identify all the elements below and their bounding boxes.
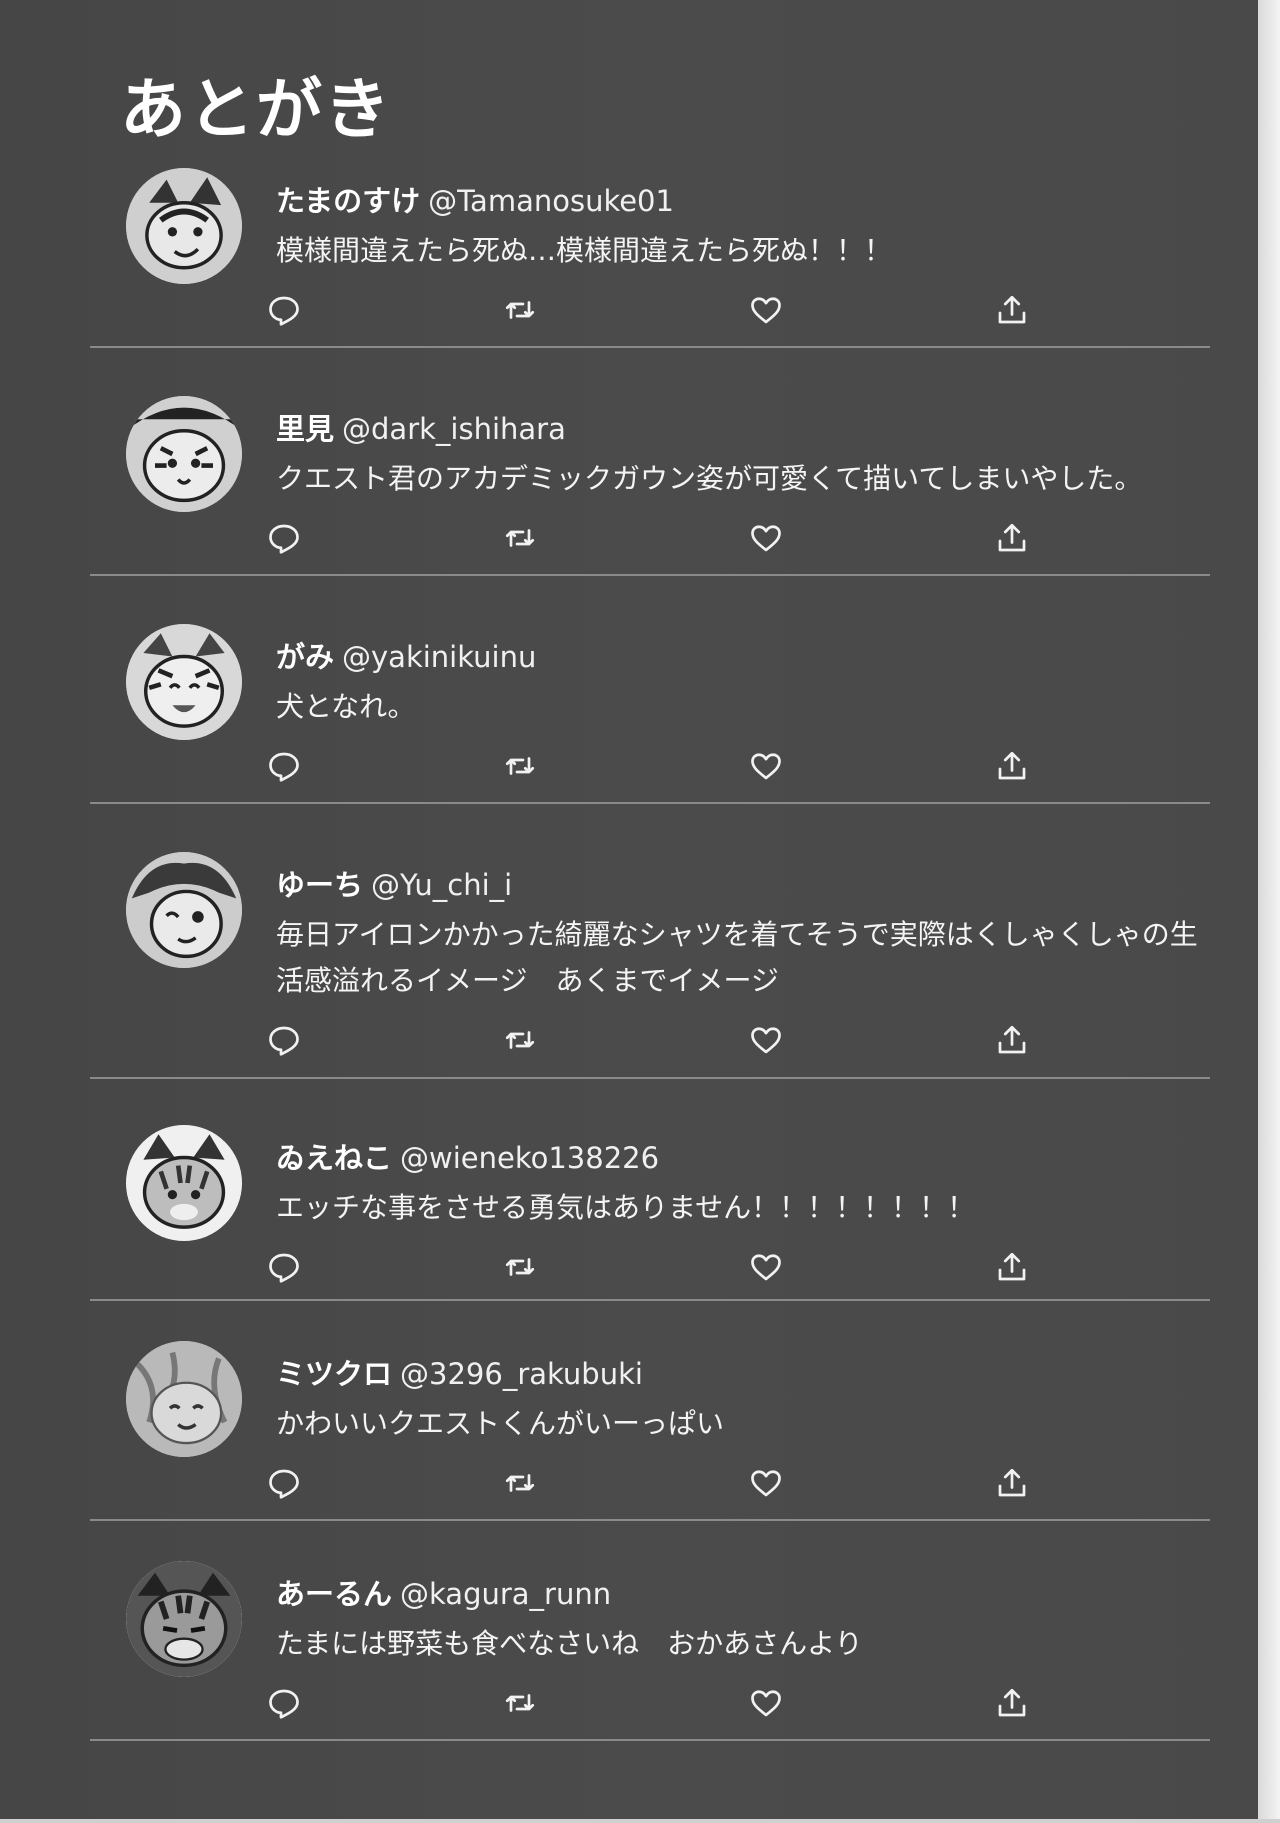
retweet-icon[interactable] — [502, 292, 538, 328]
avatar[interactable] — [126, 1561, 242, 1677]
reply-icon[interactable] — [266, 1022, 302, 1058]
retweet-icon[interactable] — [502, 1685, 538, 1721]
avatar[interactable] — [126, 396, 242, 512]
tweet-body: ゆーち @Yu_chi_i 毎日アイロンかかった綺麗なシャツを着てそうで実際はくし… — [90, 812, 1210, 1070]
tweet-body: あーるん @kagura_runn たまには野菜も食べなさいね おかあさんより — [90, 1529, 1210, 1733]
tweet-actions — [269, 1022, 1210, 1070]
reply-icon[interactable] — [266, 1249, 302, 1285]
display-name[interactable]: ゐえねこ — [276, 1141, 392, 1175]
share-icon[interactable] — [994, 1465, 1030, 1501]
tweet-body: ゐえねこ @wieneko138226 エッチな事をさせる勇気はありません！！！！… — [90, 1087, 1210, 1297]
user-handle[interactable]: @kagura_runn — [400, 1577, 611, 1611]
avatar[interactable] — [126, 852, 242, 968]
tweet-actions — [269, 748, 1210, 796]
user-handle[interactable]: @yakinikuinu — [342, 640, 536, 674]
user-handle[interactable]: @dark_ishihara — [342, 412, 566, 446]
reply-icon[interactable] — [266, 1465, 302, 1501]
avatar[interactable] — [126, 1341, 242, 1457]
like-icon[interactable] — [748, 520, 784, 556]
tweet: 里見 @dark_ishihara クエスト君のアカデミックガウン姿が可愛くて描い… — [90, 348, 1210, 576]
display-name[interactable]: たまのすけ — [276, 184, 420, 218]
tweet-actions — [269, 292, 1210, 340]
retweet-icon[interactable] — [502, 1249, 538, 1285]
avatar[interactable] — [126, 168, 242, 284]
page-edge — [1258, 0, 1280, 1823]
page-bottom-edge — [0, 1819, 1280, 1823]
tweet: あーるん @kagura_runn たまには野菜も食べなさいね おかあさんより — [90, 1521, 1210, 1741]
tweet-actions — [269, 1685, 1210, 1733]
share-icon[interactable] — [994, 1249, 1030, 1285]
retweet-icon[interactable] — [502, 748, 538, 784]
reply-icon[interactable] — [266, 748, 302, 784]
display-name[interactable]: がみ — [276, 640, 334, 674]
tweet: がみ @yakinikuinu 犬となれ。 — [90, 576, 1210, 804]
tweet-text: かわいいクエストくんがいーっぱい — [276, 1407, 725, 1440]
tweet-header: 里見 @dark_ishihara — [276, 356, 1210, 452]
like-icon[interactable] — [748, 1249, 784, 1285]
tweet-text: 模様間違えたら死ぬ…模様間違えたら死ぬ！！！ — [276, 234, 893, 267]
share-icon[interactable] — [994, 292, 1030, 328]
like-icon[interactable] — [748, 1685, 784, 1721]
tweet-text: 犬となれ。 — [276, 690, 416, 723]
like-icon[interactable] — [748, 1465, 784, 1501]
display-name[interactable]: 里見 — [276, 412, 334, 446]
tweet: ゆーち @Yu_chi_i 毎日アイロンかかった綺麗なシャツを着てそうで実際はくし… — [90, 804, 1210, 1079]
tweet: ゐえねこ @wieneko138226 エッチな事をさせる勇気はありません！！！！… — [90, 1079, 1210, 1301]
tweet-actions — [269, 1249, 1210, 1297]
reply-icon[interactable] — [266, 292, 302, 328]
retweet-icon[interactable] — [502, 1465, 538, 1501]
user-handle[interactable]: @Tamanosuke01 — [428, 184, 674, 218]
like-icon[interactable] — [748, 748, 784, 784]
like-icon[interactable] — [748, 292, 784, 328]
tweet: ミツクロ @3296_rakubuki かわいいクエストくんがいーっぱい — [90, 1301, 1210, 1521]
tweet-header: あーるん @kagura_runn — [276, 1529, 1210, 1617]
page-title: あとがき — [120, 71, 392, 148]
user-handle[interactable]: @3296_rakubuki — [400, 1357, 643, 1391]
reply-icon[interactable] — [266, 520, 302, 556]
tweet-header: ゆーち @Yu_chi_i — [276, 812, 1210, 908]
display-name[interactable]: あーるん — [276, 1577, 392, 1611]
tweet-text: 毎日アイロンかかった綺麗なシャツを着てそうで実際はくしゃくしゃの生活感溢れるイメ… — [276, 918, 1198, 997]
share-icon[interactable] — [994, 1022, 1030, 1058]
tweet-header: ミツクロ @3296_rakubuki — [276, 1309, 1210, 1397]
display-name[interactable]: ミツクロ — [276, 1357, 392, 1391]
tweet-text: クエスト君のアカデミックガウン姿が可愛くて描いてしまいやした。 — [276, 462, 1143, 495]
tweet-header: がみ @yakinikuinu — [276, 584, 1210, 680]
tweet-body: たまのすけ @Tamanosuke01 模様間違えたら死ぬ…模様間違えたら死ぬ！！… — [90, 158, 1210, 340]
like-icon[interactable] — [748, 1022, 784, 1058]
retweet-icon[interactable] — [502, 520, 538, 556]
share-icon[interactable] — [994, 748, 1030, 784]
tweet-actions — [269, 520, 1210, 568]
reply-icon[interactable] — [266, 1685, 302, 1721]
tweet-text: たまには野菜も食べなさいね おかあさんより — [276, 1627, 863, 1660]
retweet-icon[interactable] — [502, 1022, 538, 1058]
tweet-actions — [269, 1465, 1210, 1513]
avatar[interactable] — [126, 1125, 242, 1241]
tweet-body: ミツクロ @3296_rakubuki かわいいクエストくんがいーっぱい — [90, 1309, 1210, 1513]
share-icon[interactable] — [994, 1685, 1030, 1721]
tweet-feed: たまのすけ @Tamanosuke01 模様間違えたら死ぬ…模様間違えたら死ぬ！！… — [90, 150, 1210, 1741]
avatar[interactable] — [126, 624, 242, 740]
tweet-body: 里見 @dark_ishihara クエスト君のアカデミックガウン姿が可愛くて描い… — [90, 356, 1210, 568]
tweet-text: エッチな事をさせる勇気はありません！！！！！！！！ — [276, 1191, 976, 1224]
user-handle[interactable]: @Yu_chi_i — [371, 868, 512, 902]
tweet-header: ゐえねこ @wieneko138226 — [276, 1087, 1210, 1181]
tweet-body: がみ @yakinikuinu 犬となれ。 — [90, 584, 1210, 796]
tweet: たまのすけ @Tamanosuke01 模様間違えたら死ぬ…模様間違えたら死ぬ！！… — [90, 150, 1210, 348]
share-icon[interactable] — [994, 520, 1030, 556]
tweet-header: たまのすけ @Tamanosuke01 — [276, 158, 1210, 224]
user-handle[interactable]: @wieneko138226 — [400, 1141, 659, 1175]
display-name[interactable]: ゆーち — [276, 868, 363, 902]
